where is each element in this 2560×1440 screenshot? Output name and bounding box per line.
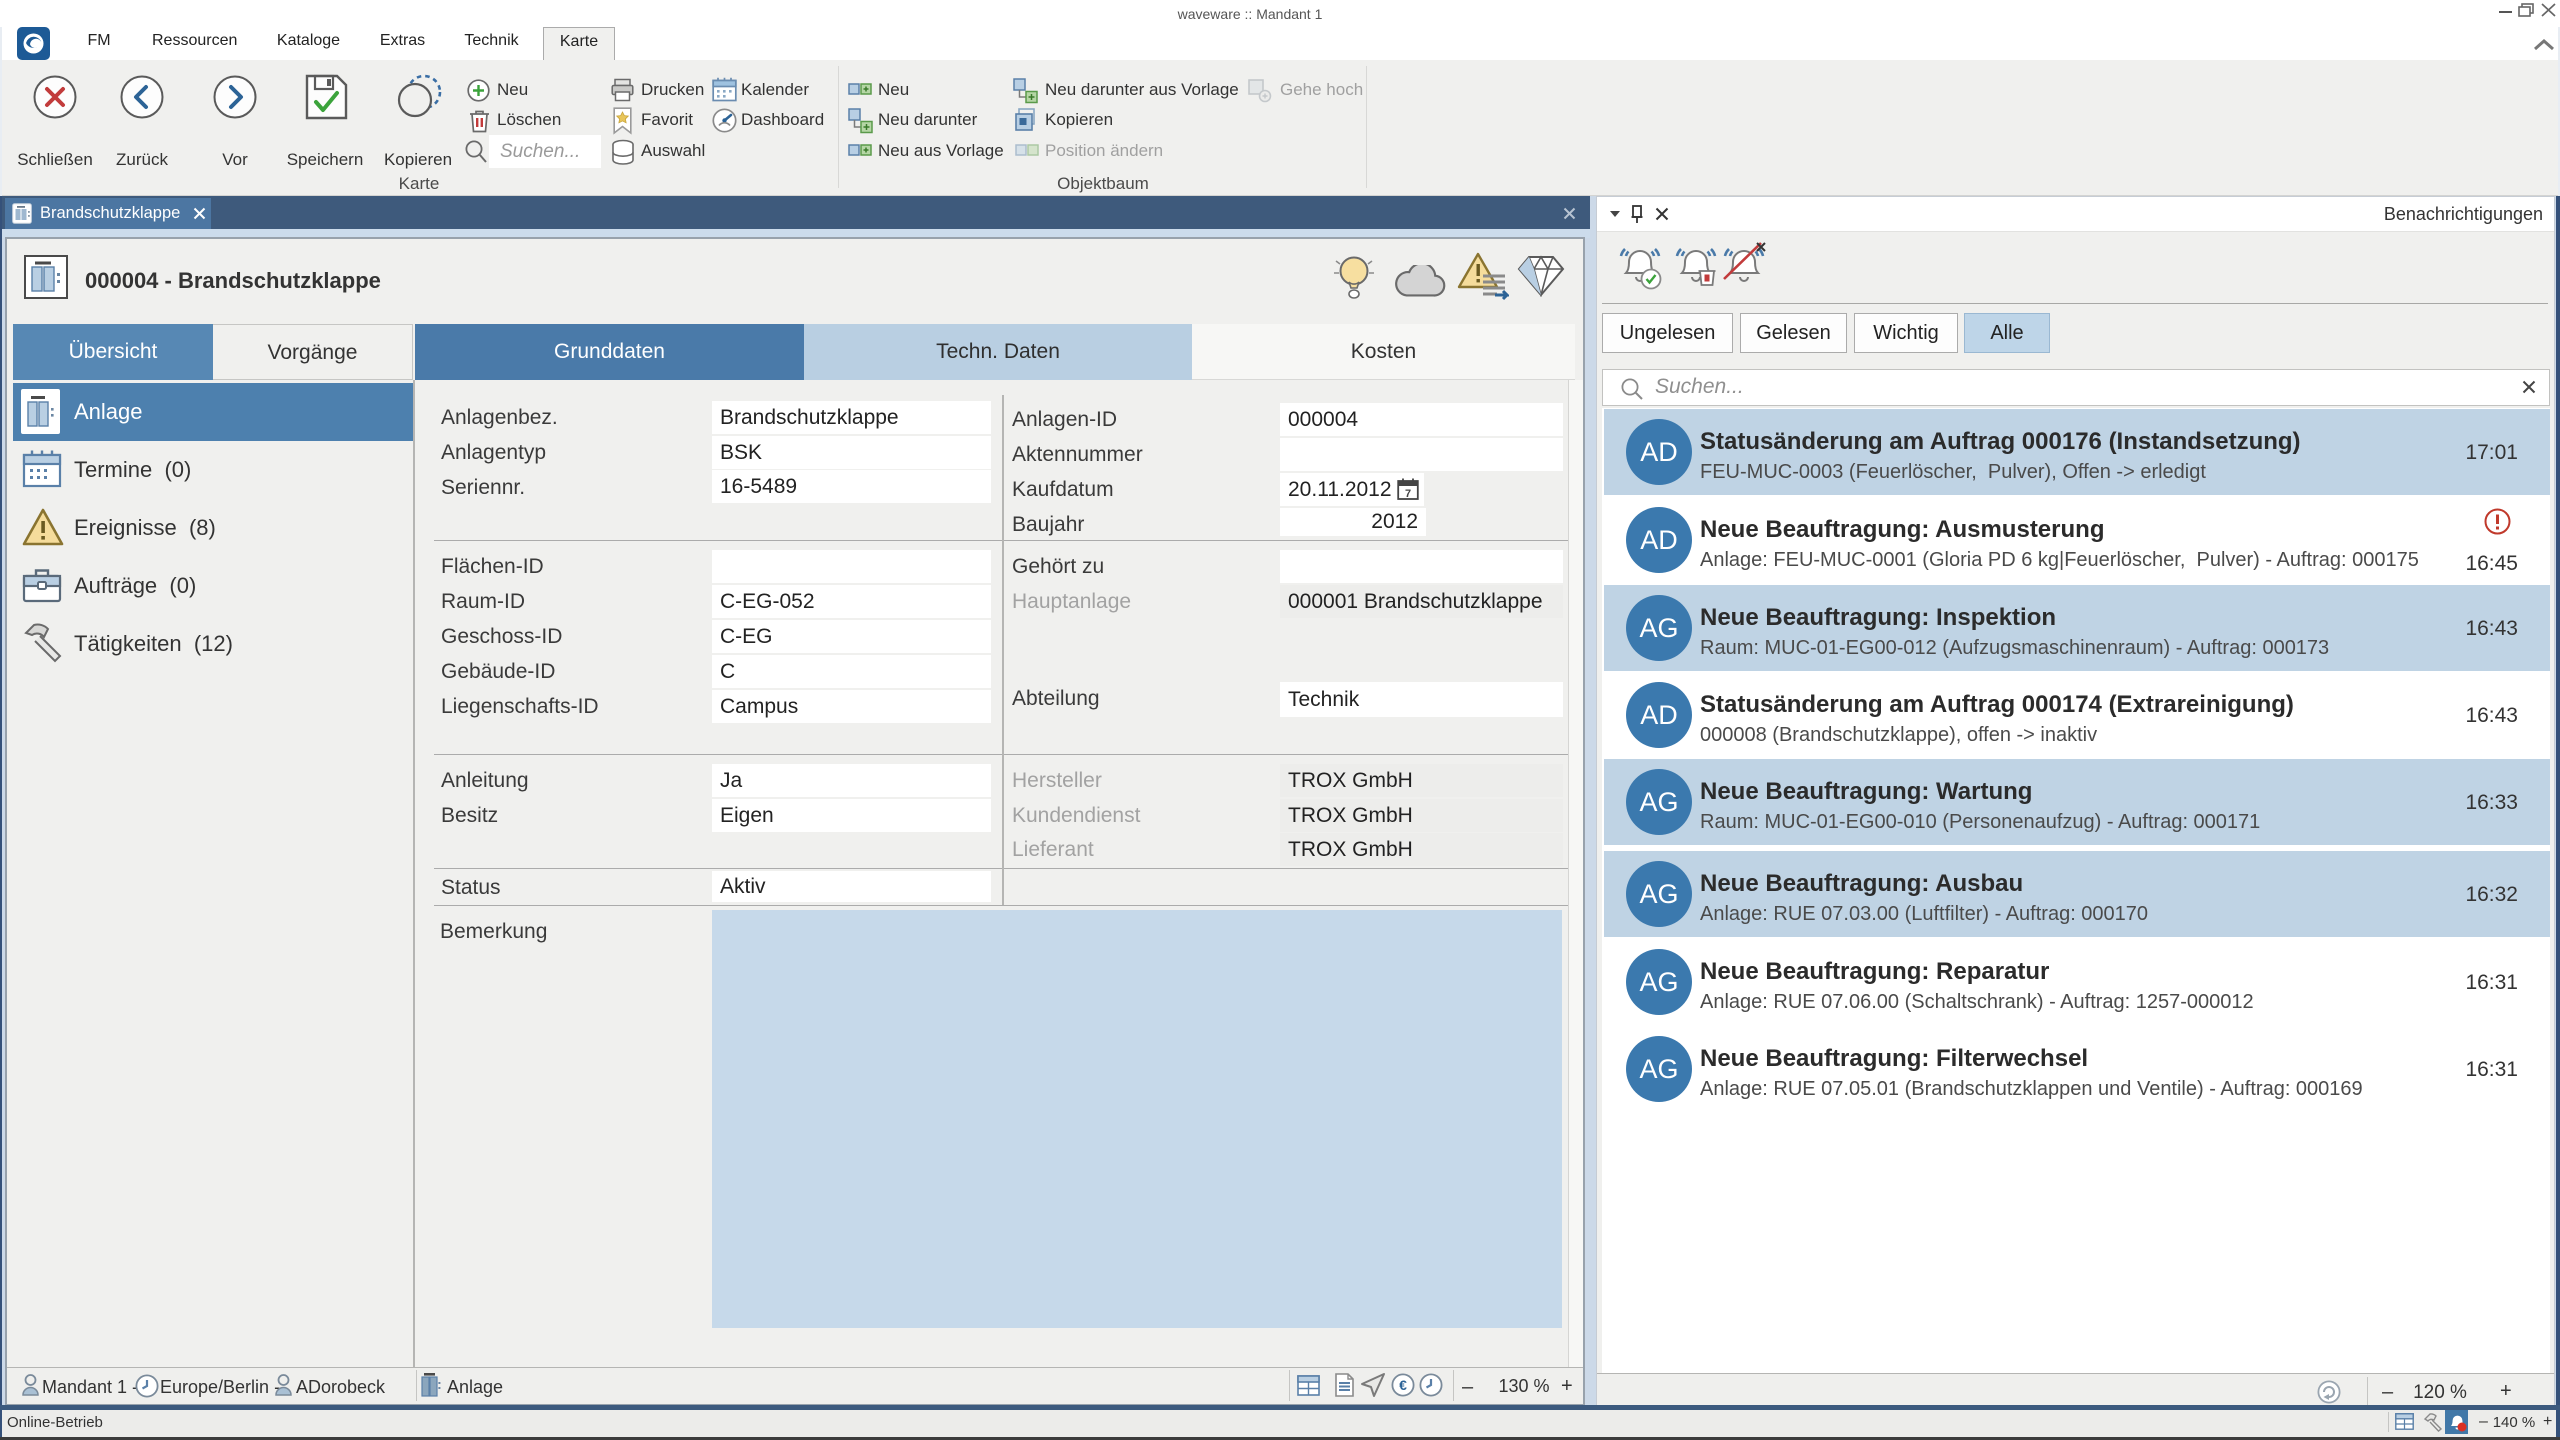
svg-text:7: 7 bbox=[1405, 488, 1411, 500]
svg-text:€: € bbox=[1399, 1377, 1407, 1393]
